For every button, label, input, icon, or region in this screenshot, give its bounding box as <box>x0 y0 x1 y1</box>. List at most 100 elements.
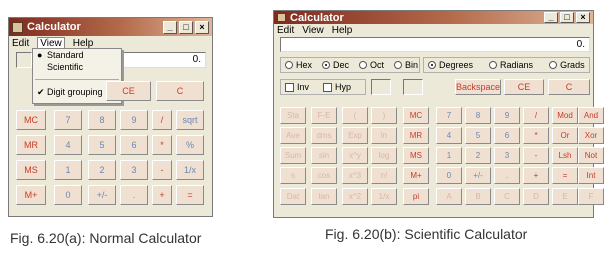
radio-grads[interactable]: Grads <box>549 60 585 70</box>
scientific-key-4-2[interactable]: x^2 <box>342 188 368 205</box>
scientific-key-0-7[interactable]: 9 <box>494 107 520 124</box>
checkbox-inv[interactable]: Inv <box>285 82 309 92</box>
normal-key-1-5[interactable]: % <box>176 135 204 155</box>
close-button[interactable]: × <box>195 20 209 34</box>
scientific-key-3-1[interactable]: cos <box>311 167 337 184</box>
scientific-key-0-3[interactable]: ) <box>371 107 397 124</box>
scientific-key-1-0[interactable]: Ave <box>280 127 306 144</box>
scientific-key-0-9[interactable]: Mod <box>552 107 578 124</box>
scientific-key-3-8[interactable]: + <box>523 167 549 184</box>
scientific-key-3-10[interactable]: Int <box>578 167 604 184</box>
scientific-key-4-7[interactable]: C <box>494 188 520 205</box>
scientific-key-2-0[interactable]: Sum <box>280 147 306 164</box>
normal-key-1-4[interactable]: * <box>152 135 172 155</box>
scientific-key-4-3[interactable]: 1/x <box>371 188 397 205</box>
radio-degrees[interactable]: Degrees <box>428 60 473 70</box>
scientific-key-4-4[interactable]: pi <box>403 188 429 205</box>
scientific-key-1-6[interactable]: 5 <box>465 127 491 144</box>
scientific-key-0-6[interactable]: 8 <box>465 107 491 124</box>
normal-key-2-0[interactable]: MS <box>16 160 46 180</box>
menu-view[interactable]: View <box>302 25 324 36</box>
normal-key-3-4[interactable]: + <box>152 185 172 205</box>
scientific-backspace-button[interactable]: Backspace <box>455 79 501 95</box>
scientific-key-1-2[interactable]: Exp <box>342 127 368 144</box>
scientific-key-1-10[interactable]: Xor <box>578 127 604 144</box>
normal-key-0-4[interactable]: / <box>152 110 172 130</box>
scientific-key-1-9[interactable]: Or <box>552 127 578 144</box>
scientific-key-0-2[interactable]: ( <box>342 107 368 124</box>
scientific-key-1-1[interactable]: dms <box>311 127 337 144</box>
scientific-key-3-4[interactable]: M+ <box>403 167 429 184</box>
scientific-key-0-10[interactable]: And <box>578 107 604 124</box>
normal-key-0-1[interactable]: 7 <box>54 110 82 130</box>
menu-edit[interactable]: Edit <box>12 38 29 49</box>
normal-key-3-5[interactable]: = <box>176 185 204 205</box>
normal-key-2-3[interactable]: 3 <box>120 160 148 180</box>
scientific-key-3-5[interactable]: 0 <box>436 167 462 184</box>
scientific-key-4-0[interactable]: Dat <box>280 188 306 205</box>
scientific-key-2-1[interactable]: sin <box>311 147 337 164</box>
normal-key-1-3[interactable]: 6 <box>120 135 148 155</box>
radio-dec[interactable]: Dec <box>322 60 349 70</box>
scientific-key-0-1[interactable]: F-E <box>311 107 337 124</box>
scientific-key-2-8[interactable]: - <box>523 147 549 164</box>
scientific-key-2-5[interactable]: 1 <box>436 147 462 164</box>
view-menu-scientific[interactable]: Scientific <box>33 61 121 73</box>
scientific-key-1-5[interactable]: 4 <box>436 127 462 144</box>
scientific-key-4-8[interactable]: D <box>523 188 549 205</box>
maximize-button[interactable]: □ <box>560 12 574 23</box>
normal-key-2-5[interactable]: 1/x <box>176 160 204 180</box>
scientific-key-1-3[interactable]: ln <box>371 127 397 144</box>
scientific-key-2-7[interactable]: 3 <box>494 147 520 164</box>
scientific-key-1-8[interactable]: * <box>523 127 549 144</box>
normal-key-3-1[interactable]: 0 <box>54 185 82 205</box>
radio-oct[interactable]: Oct <box>359 60 384 70</box>
scientific-key-2-2[interactable]: x^y <box>342 147 368 164</box>
normal-key-1-0[interactable]: MR <box>16 135 46 155</box>
scientific-key-0-0[interactable]: Sta <box>280 107 306 124</box>
normal-key-0-2[interactable]: 8 <box>88 110 116 130</box>
scientific-key-3-7[interactable]: . <box>494 167 520 184</box>
scientific-key-2-9[interactable]: Lsh <box>552 147 578 164</box>
maximize-button[interactable]: □ <box>179 20 193 34</box>
scientific-key-4-9[interactable]: E <box>552 188 578 205</box>
scientific-key-0-8[interactable]: / <box>523 107 549 124</box>
scientific-key-3-9[interactable]: = <box>552 167 578 184</box>
scientific-key-3-0[interactable]: s <box>280 167 306 184</box>
scientific-key-2-4[interactable]: MS <box>403 147 429 164</box>
minimize-button[interactable]: _ <box>544 12 558 23</box>
scientific-key-0-4[interactable]: MC <box>403 107 429 124</box>
radio-bin[interactable]: Bin <box>394 60 418 70</box>
scientific-key-2-10[interactable]: Not <box>578 147 604 164</box>
menu-edit[interactable]: Edit <box>277 25 294 36</box>
normal-key-0-3[interactable]: 9 <box>120 110 148 130</box>
scientific-key-2-3[interactable]: log <box>371 147 397 164</box>
view-menu-standard[interactable]: ● Standard <box>33 49 121 61</box>
normal-key-2-1[interactable]: 1 <box>54 160 82 180</box>
normal-key-3-2[interactable]: +/- <box>88 185 116 205</box>
radio-hex[interactable]: Hex <box>285 60 312 70</box>
scientific-key-3-6[interactable]: +/- <box>465 167 491 184</box>
normal-ce-button[interactable]: CE <box>106 81 151 101</box>
normal-key-3-3[interactable]: . <box>120 185 148 205</box>
close-button[interactable]: × <box>576 12 590 23</box>
scientific-key-4-10[interactable]: F <box>578 188 604 205</box>
scientific-c-button[interactable]: C <box>548 79 590 95</box>
checkbox-hyp[interactable]: Hyp <box>323 82 351 92</box>
normal-key-0-0[interactable]: MC <box>16 110 46 130</box>
scientific-key-1-4[interactable]: MR <box>403 127 429 144</box>
scientific-ce-button[interactable]: CE <box>504 79 544 95</box>
normal-key-1-1[interactable]: 4 <box>54 135 82 155</box>
scientific-key-0-5[interactable]: 7 <box>436 107 462 124</box>
scientific-key-4-6[interactable]: B <box>465 188 491 205</box>
normal-key-2-2[interactable]: 2 <box>88 160 116 180</box>
minimize-button[interactable]: _ <box>163 20 177 34</box>
normal-c-button[interactable]: C <box>156 81 204 101</box>
normal-key-0-5[interactable]: sqrt <box>176 110 204 130</box>
scientific-key-3-3[interactable]: n! <box>371 167 397 184</box>
scientific-key-1-7[interactable]: 6 <box>494 127 520 144</box>
scientific-key-2-6[interactable]: 2 <box>465 147 491 164</box>
normal-key-1-2[interactable]: 5 <box>88 135 116 155</box>
scientific-key-4-1[interactable]: tan <box>311 188 337 205</box>
normal-key-2-4[interactable]: - <box>152 160 172 180</box>
